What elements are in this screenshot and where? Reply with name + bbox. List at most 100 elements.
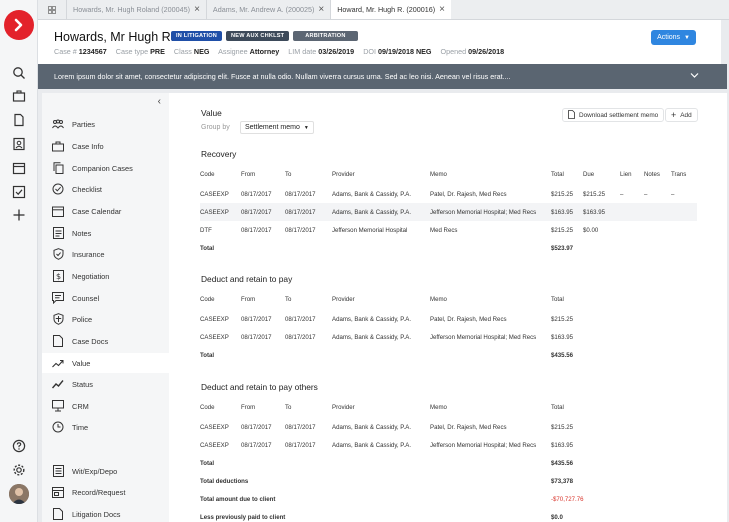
deduct-title: Deduct and retain to pay [201, 274, 293, 284]
cell: 08/17/2017 [285, 441, 316, 449]
meta-label: LIM date [288, 47, 317, 56]
document-icon[interactable] [10, 111, 28, 129]
nav-item-insurance[interactable]: Insurance [42, 244, 169, 264]
table-row[interactable]: CASEEXP 08/17/2017 08/17/2017 Adams, Ban… [200, 203, 697, 221]
cell: CASEEXP [200, 441, 229, 449]
trend-up-icon [51, 377, 65, 391]
nav-item-notes[interactable]: Notes [42, 223, 169, 243]
nav-label: Status [72, 379, 93, 389]
table-row[interactable]: CASEEXP 08/17/2017 08/17/2017 Adams, Ban… [200, 436, 697, 454]
column-header: Total [551, 171, 564, 178]
clock-icon [51, 420, 65, 434]
tab-case-200016[interactable]: Howard, Mr. Hugh R. (200016) × [330, 0, 451, 19]
nav-label: Parties [72, 119, 96, 129]
cell: – [671, 190, 675, 198]
cell: Adams, Bank & Cassidy, P.A. [332, 315, 412, 323]
copy-icon [51, 161, 65, 175]
chat-icon [51, 291, 65, 305]
nav-item-wit-exp-depo[interactable]: Wit/Exp/Depo [42, 461, 169, 481]
contact-card-icon[interactable] [10, 135, 28, 153]
table-row[interactable]: CASEEXP 08/17/2017 08/17/2017 Adams, Ban… [200, 328, 697, 346]
cell: Med Recs [430, 226, 458, 234]
summary-row-total-deductions: Total deductions $73,378 [200, 472, 697, 490]
nav-item-case-info[interactable]: Case Info [42, 136, 169, 156]
deduct-others-table: Code From To Provider Memo Total CASEEXP… [200, 397, 697, 522]
summary-label: Total deductions [200, 477, 249, 485]
nav-item-parties[interactable]: Parties [42, 114, 169, 134]
check-circle-icon [51, 182, 65, 196]
table-header-row: Code From To Provider Memo Total Due Lie… [200, 164, 697, 185]
nav-label: CRM [72, 401, 89, 411]
chevron-down-icon[interactable] [690, 72, 699, 81]
actions-button[interactable]: Actions ▼ [651, 30, 696, 45]
column-header: From [241, 296, 256, 303]
column-header: To [285, 171, 292, 178]
meta-value: 1234567 [78, 47, 107, 56]
caret-down-icon: ▼ [303, 124, 309, 131]
table-row[interactable]: CASEEXP 08/17/2017 08/17/2017 Adams, Ban… [200, 185, 697, 203]
table-header-row: Code From To Provider Memo Total [200, 397, 697, 418]
collapse-chevron-icon[interactable]: ‹ [158, 96, 161, 107]
nav-label: Case Calendar [72, 206, 122, 216]
cell: 08/17/2017 [285, 203, 332, 221]
nav-item-case-calendar[interactable]: Case Calendar [42, 201, 169, 221]
nav-label: Case Info [72, 141, 104, 151]
download-settlement-memo-button[interactable]: Download settlement memo [562, 108, 665, 122]
cell: $215.25 [551, 423, 574, 431]
group-by-select[interactable]: Settlement memo ▼ [240, 121, 314, 134]
nav-item-companion-cases[interactable]: Companion Cases [42, 158, 169, 178]
close-icon[interactable]: × [318, 4, 324, 15]
tab-grid-icon[interactable] [38, 0, 66, 19]
cell: CASEEXP [200, 333, 229, 341]
user-avatar[interactable] [9, 484, 29, 504]
nav-item-police[interactable]: Police [42, 309, 169, 329]
cell: 08/17/2017 [241, 226, 272, 234]
table-row[interactable]: DTF 08/17/2017 08/17/2017 Jefferson Memo… [200, 221, 697, 239]
summary-value: $0.0 [551, 513, 563, 521]
nav-item-negotiation[interactable]: $ Negotiation [42, 266, 169, 286]
nav-item-time[interactable]: Time [42, 417, 169, 437]
add-icon[interactable] [10, 206, 28, 224]
page-title: Value [201, 108, 222, 118]
settings-gear-icon[interactable] [10, 461, 28, 479]
briefcase-icon [51, 139, 65, 153]
nav-item-counsel[interactable]: Counsel [42, 288, 169, 308]
case-title: Howards, Mr Hugh R. [54, 30, 175, 44]
nav-label: Counsel [72, 293, 100, 303]
cell [671, 203, 697, 221]
notes-icon [51, 226, 65, 240]
calendar-icon[interactable] [10, 159, 28, 177]
column-header: Lien [620, 171, 632, 178]
cell: CASEEXP [200, 203, 241, 221]
tab-label: Adams, Mr. Andrew A. (200025) [212, 5, 315, 14]
cell: DTF [200, 226, 212, 234]
tab-case-200025[interactable]: Adams, Mr. Andrew A. (200025) × [205, 0, 330, 19]
meta-label: Assignee [218, 47, 248, 56]
total-label: Total [200, 351, 215, 359]
table-row[interactable]: CASEEXP 08/17/2017 08/17/2017 Adams, Ban… [200, 418, 697, 436]
nav-item-record-request[interactable]: Record/Request [42, 482, 169, 502]
tab-case-200045[interactable]: Howards, Mr. Hugh Roland (200045) × [66, 0, 206, 19]
nav-item-status[interactable]: Status [42, 374, 169, 394]
cell: Patel, Dr. Rajesh, Med Recs [430, 315, 507, 323]
app-logo-icon[interactable] [4, 10, 34, 40]
table-row[interactable]: CASEEXP 08/17/2017 08/17/2017 Adams, Ban… [200, 310, 697, 328]
table-header-row: Code From To Provider Memo Total [200, 289, 697, 310]
cell [644, 221, 671, 239]
nav-item-crm[interactable]: CRM [42, 396, 169, 416]
summary-value: $73,378 [551, 477, 574, 485]
nav-item-value[interactable]: Value [42, 353, 169, 373]
close-icon[interactable]: × [439, 4, 445, 15]
nav-item-case-docs[interactable]: Case Docs [42, 331, 169, 351]
nav-item-checklist[interactable]: Checklist [42, 179, 169, 199]
search-icon[interactable] [10, 64, 28, 82]
summary-row-amount-due: Total amount due to client -$70,727.76 [200, 490, 697, 508]
close-icon[interactable]: × [194, 4, 200, 15]
add-button[interactable]: + Add [665, 108, 698, 122]
help-icon[interactable] [10, 437, 28, 455]
nav-item-litigation-docs[interactable]: Litigation Docs [42, 504, 169, 522]
svg-text:$: $ [55, 272, 60, 281]
checklist-icon[interactable] [10, 183, 28, 201]
cases-briefcase-icon[interactable] [10, 87, 28, 105]
total-label: Total [200, 459, 215, 467]
